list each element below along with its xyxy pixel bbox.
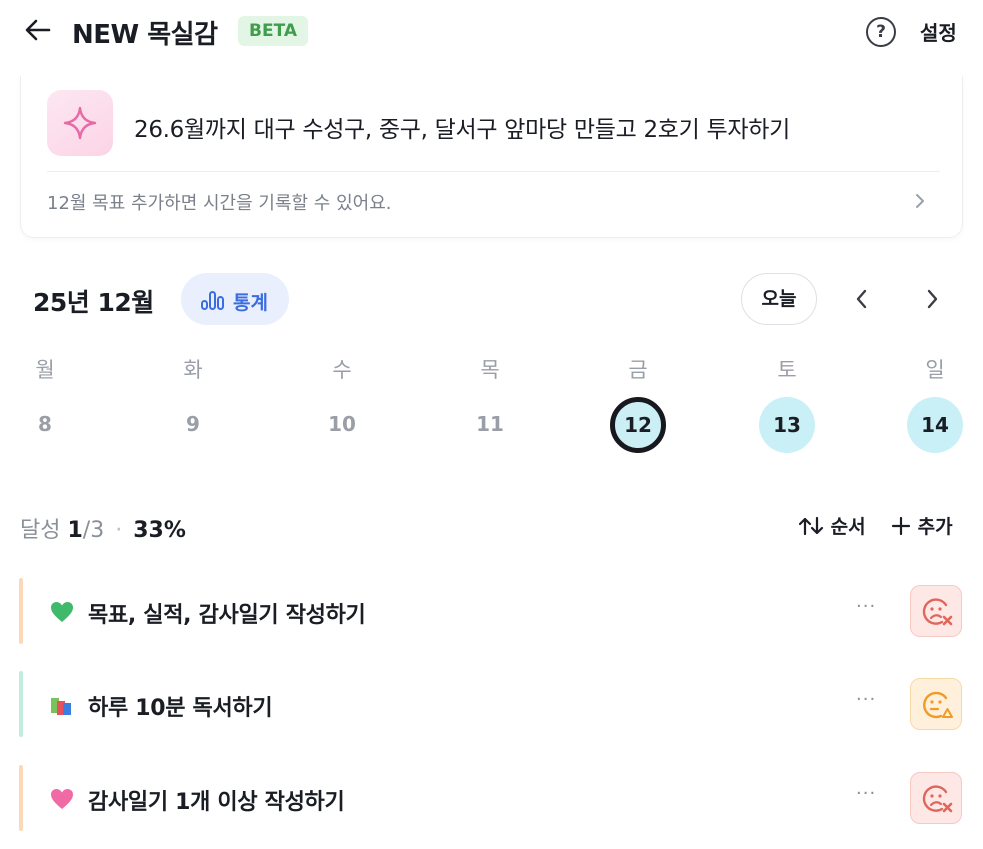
plus-icon <box>891 516 911 536</box>
progress-label: 달성 <box>20 518 61 543</box>
sort-order-button[interactable]: 순서 <box>798 512 866 539</box>
task-label: 감사일기 1개 이상 작성하기 <box>88 790 345 815</box>
task-item[interactable]: 감사일기 1개 이상 작성하기 ··· <box>19 765 963 831</box>
beta-badge: BETA <box>238 16 309 46</box>
task-label: 하루 10분 독서하기 <box>88 696 273 721</box>
stats-label: 통계 <box>233 292 268 314</box>
more-options-icon[interactable]: ··· <box>856 783 876 804</box>
add-label: 추가 <box>917 516 953 538</box>
weekday-label: 목 <box>480 358 500 382</box>
settings-button[interactable]: 설정 <box>920 17 957 46</box>
status-sad-x-icon[interactable] <box>910 772 962 824</box>
task-color-bar <box>19 671 23 737</box>
calendar-day[interactable]: 14 <box>907 397 963 453</box>
task-color-bar <box>19 578 23 644</box>
progress-summary: 달성 1/3 · 33% <box>20 512 186 544</box>
weekday-label: 금 <box>628 358 648 382</box>
month-label: 25년 12월 <box>33 288 154 317</box>
progress-percent: 33% <box>133 518 186 543</box>
top-bar: NEW 목실감 BETA ? 설정 <box>0 0 983 64</box>
pink-heart-icon <box>51 789 73 809</box>
chevron-right-icon[interactable] <box>922 286 942 312</box>
calendar-day[interactable]: 9 <box>165 412 221 436</box>
calendar-day[interactable]: 10 <box>314 412 370 436</box>
sort-order-label: 순서 <box>830 516 866 538</box>
weekday-label: 화 <box>183 358 203 382</box>
weekday-label: 월 <box>35 358 55 382</box>
goal-subtitle: 12월 목표 추가하면 시간을 기록할 수 있어요. <box>47 193 392 214</box>
task-item[interactable]: 목표, 실적, 감사일기 작성하기 ··· <box>19 578 963 644</box>
goal-title: 26.6월까지 대구 수성구, 중구, 달서구 앞마당 만들고 2호기 투자하기 <box>134 117 790 143</box>
calendar-day[interactable]: 11 <box>462 412 518 436</box>
progress-total: /3 <box>82 518 105 543</box>
weekday-label: 토 <box>777 358 797 382</box>
chevron-right-icon[interactable] <box>914 192 926 210</box>
today-button[interactable]: 오늘 <box>741 273 817 325</box>
more-options-icon[interactable]: ··· <box>856 596 876 617</box>
back-arrow-icon[interactable] <box>24 16 52 44</box>
calendar-day[interactable]: 8 <box>17 412 73 436</box>
task-color-bar <box>19 765 23 831</box>
task-label: 목표, 실적, 감사일기 작성하기 <box>88 603 366 628</box>
weekday-label: 수 <box>332 358 352 382</box>
add-button[interactable]: 추가 <box>891 512 953 539</box>
sparkle-icon <box>47 90 113 156</box>
divider <box>47 171 940 172</box>
chevron-left-icon[interactable] <box>852 286 872 312</box>
stats-button[interactable]: 통계 <box>181 273 289 325</box>
sort-arrows-icon <box>798 516 824 536</box>
goal-card[interactable]: 26.6월까지 대구 수성구, 중구, 달서구 앞마당 만들고 2호기 투자하기… <box>20 76 963 238</box>
more-options-icon[interactable]: ··· <box>856 689 876 710</box>
question-circle-icon[interactable]: ? <box>866 17 896 47</box>
page-title: NEW 목실감 <box>72 20 218 50</box>
status-neutral-warning-icon[interactable] <box>910 678 962 730</box>
calendar-day[interactable]: 13 <box>759 397 815 453</box>
status-sad-x-icon[interactable] <box>910 585 962 637</box>
books-icon <box>51 698 71 715</box>
calendar-day-selected[interactable]: 12 <box>610 397 666 453</box>
task-item[interactable]: 하루 10분 독서하기 ··· <box>19 671 963 737</box>
progress-done: 1 <box>67 518 83 543</box>
separator: · <box>115 518 123 543</box>
green-heart-icon <box>51 602 73 622</box>
weekday-label: 일 <box>925 358 945 382</box>
bar-chart-icon <box>201 291 224 310</box>
